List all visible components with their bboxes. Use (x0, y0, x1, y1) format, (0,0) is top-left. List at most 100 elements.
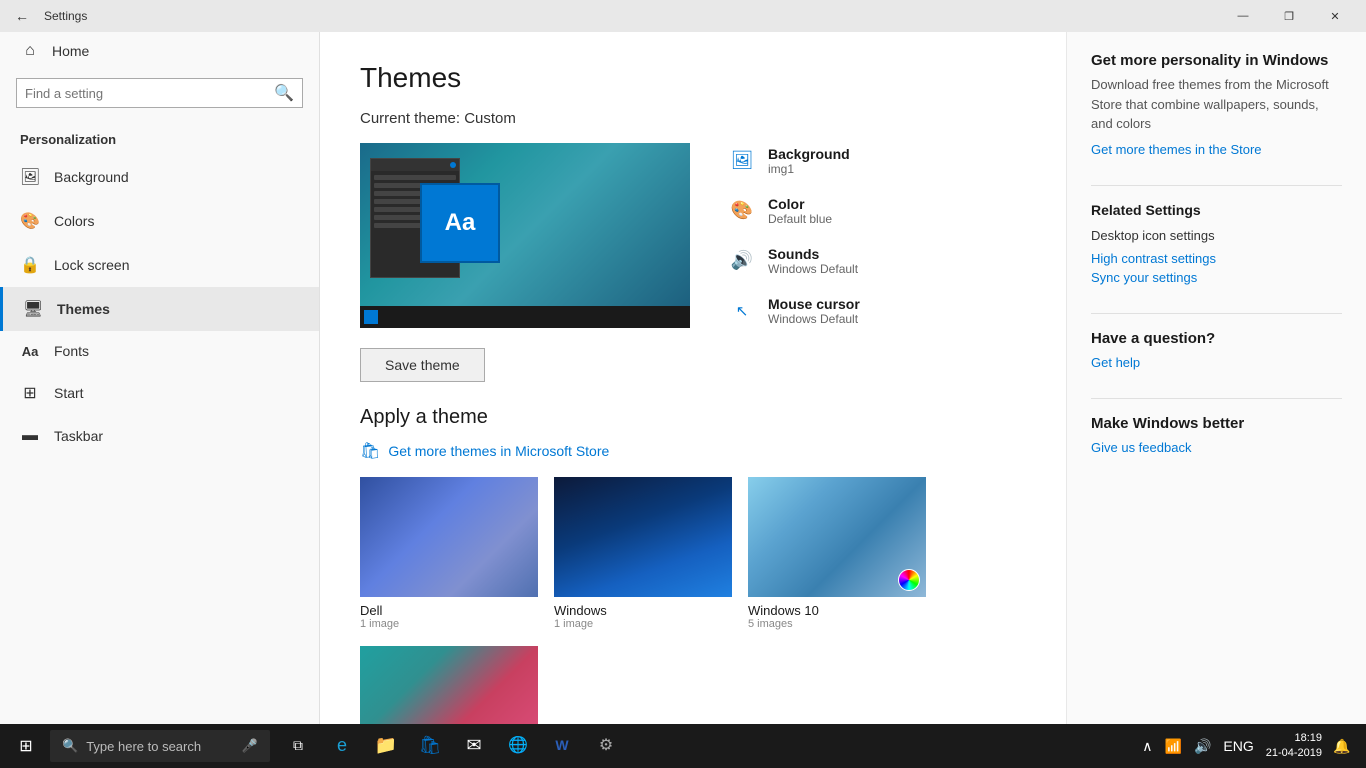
preview-aa-box: Aa (420, 183, 500, 263)
taskbar: ⊞ 🔍 Type here to search 🎤 ⧉ e 📁 🛍 ✉ 🌐 W … (0, 724, 1366, 768)
title-bar: ← Settings — ❐ ✕ (0, 0, 1366, 32)
divider-3 (1091, 398, 1342, 399)
edge-button[interactable]: e (320, 724, 364, 768)
sidebar-item-label: Themes (57, 301, 110, 317)
sounds-detail-label: Sounds (768, 246, 858, 262)
sidebar-item-lock-screen[interactable]: 🔒 Lock screen (0, 243, 319, 287)
sidebar-item-start[interactable]: ⊞ Start (0, 371, 319, 415)
store-themes-link[interactable]: Get more themes in the Store (1091, 142, 1342, 157)
right-panel: Get more personality in Windows Download… (1066, 32, 1366, 724)
taskbar-search[interactable]: 🔍 Type here to search 🎤 (50, 730, 270, 762)
theme-card-windows10[interactable]: Windows 10 5 images (748, 477, 926, 630)
divider (1091, 185, 1342, 186)
theme-card-windows[interactable]: Windows 1 image (554, 477, 732, 630)
start-button[interactable]: ⊞ (4, 724, 48, 768)
personality-desc: Download free themes from the Microsoft … (1091, 75, 1342, 134)
question-title: Have a question? (1091, 330, 1342, 347)
volume-icon[interactable]: 🔊 (1190, 734, 1215, 759)
feedback-link[interactable]: Give us feedback (1091, 440, 1342, 455)
theme-card-image-dell (360, 477, 538, 597)
theme-detail-background[interactable]: 🖼 Background img1 (730, 146, 860, 176)
sounds-detail-value: Windows Default (768, 262, 858, 276)
theme-details: 🖼 Background img1 🎨 Color Default blue 🔊 (730, 143, 860, 328)
sidebar: ⌂ Home 🔍 Personalization 🖼 Background 🎨 … (0, 32, 320, 724)
right-section-better: Make Windows better Give us feedback (1091, 415, 1342, 455)
preview-window-dot (450, 162, 456, 168)
sidebar-item-taskbar[interactable]: ▬ Taskbar (0, 415, 319, 457)
taskbar-search-text: Type here to search (86, 739, 201, 754)
taskview-button[interactable]: ⧉ (276, 724, 320, 768)
theme-card-sublabel-windows: 1 image (554, 618, 732, 630)
close-button[interactable]: ✕ (1312, 0, 1358, 32)
mouse-detail-value: Windows Default (768, 312, 860, 326)
tray-clock[interactable]: 18:19 21-04-2019 (1262, 727, 1326, 766)
main-content: Themes Current theme: Custom (320, 32, 1066, 724)
color-detail-icon: 🎨 (730, 200, 754, 221)
save-theme-button[interactable]: Save theme (360, 348, 485, 382)
sidebar-item-background[interactable]: 🖼 Background (0, 155, 319, 199)
theme-card-flowers[interactable]: Flowers 6 images (360, 646, 538, 724)
sidebar-item-label: Lock screen (54, 257, 129, 273)
help-link[interactable]: Get help (1091, 355, 1342, 370)
sync-link[interactable]: Sync your settings (1091, 270, 1342, 285)
preview-window-title (371, 159, 459, 171)
sidebar-section-title: Personalization (0, 116, 319, 155)
taskbar-apps: ⧉ e 📁 🛍 ✉ 🌐 W ⚙ (276, 724, 628, 768)
preview-taskbar (360, 306, 690, 328)
theme-card-image-flowers (360, 646, 538, 724)
theme-detail-color[interactable]: 🎨 Color Default blue (730, 196, 860, 226)
sidebar-item-label: Taskbar (54, 428, 103, 444)
sounds-detail-text: Sounds Windows Default (768, 246, 858, 276)
themes-icon: 🖥 (23, 299, 43, 319)
right-section-related: Related Settings Desktop icon settings H… (1091, 202, 1342, 285)
search-box[interactable]: 🔍 (16, 78, 303, 108)
sidebar-item-colors[interactable]: 🎨 Colors (0, 199, 319, 243)
color-circle-windows10 (898, 569, 920, 591)
theme-detail-mouse[interactable]: ↖ Mouse cursor Windows Default (730, 296, 860, 326)
high-contrast-link[interactable]: High contrast settings (1091, 251, 1342, 266)
maximize-button[interactable]: ❐ (1266, 0, 1312, 32)
word-button[interactable]: W (540, 724, 584, 768)
fonts-icon: Aa (20, 344, 40, 359)
network-icon[interactable]: 📶 (1161, 734, 1186, 759)
lang-label[interactable]: ENG (1219, 734, 1257, 758)
store-link[interactable]: Get more themes in Microsoft Store (388, 443, 609, 459)
preview-line (374, 199, 423, 204)
settings-button[interactable]: ⚙ (584, 724, 628, 768)
preview-line (374, 215, 423, 220)
start-icon: ⊞ (20, 383, 40, 403)
store-button[interactable]: 🛍 (408, 724, 452, 768)
notification-icon[interactable]: 🔔 (1330, 734, 1354, 758)
sidebar-item-themes[interactable]: 🖥 Themes (0, 287, 319, 331)
tray-expand-icon[interactable]: ∧ (1138, 734, 1156, 759)
mouse-detail-label: Mouse cursor (768, 296, 860, 312)
background-detail-label: Background (768, 146, 850, 162)
right-section-personality: Get more personality in Windows Download… (1091, 52, 1342, 157)
sidebar-item-label: Colors (54, 213, 94, 229)
page-title: Themes (360, 62, 1026, 94)
explorer-button[interactable]: 📁 (364, 724, 408, 768)
colors-icon: 🎨 (20, 211, 40, 231)
theme-card-label-dell: Dell (360, 603, 538, 618)
search-input[interactable] (25, 86, 274, 101)
sidebar-item-label: Background (54, 169, 129, 185)
background-detail-value: img1 (768, 162, 850, 176)
theme-card-sublabel-dell: 1 image (360, 618, 538, 630)
window-title: Settings (44, 9, 87, 23)
color-detail-value: Default blue (768, 212, 832, 226)
sidebar-item-home[interactable]: ⌂ Home (0, 32, 319, 70)
app-body: ⌂ Home 🔍 Personalization 🖼 Background 🎨 … (0, 32, 1366, 724)
color-detail-label: Color (768, 196, 832, 212)
microphone-icon[interactable]: 🎤 (242, 738, 258, 754)
theme-card-dell[interactable]: Dell 1 image (360, 477, 538, 630)
chrome-button[interactable]: 🌐 (496, 724, 540, 768)
mail-button[interactable]: ✉ (452, 724, 496, 768)
sidebar-item-fonts[interactable]: Aa Fonts (0, 331, 319, 371)
theme-detail-sounds[interactable]: 🔊 Sounds Windows Default (730, 246, 860, 276)
back-button[interactable]: ← (8, 2, 36, 30)
theme-preview-image: Aa (360, 143, 690, 328)
minimize-button[interactable]: — (1220, 0, 1266, 32)
current-theme-label: Current theme: Custom (360, 110, 1026, 127)
tray-time-value: 18:19 (1266, 731, 1322, 746)
desktop-icon-link[interactable]: Desktop icon settings (1091, 228, 1342, 243)
